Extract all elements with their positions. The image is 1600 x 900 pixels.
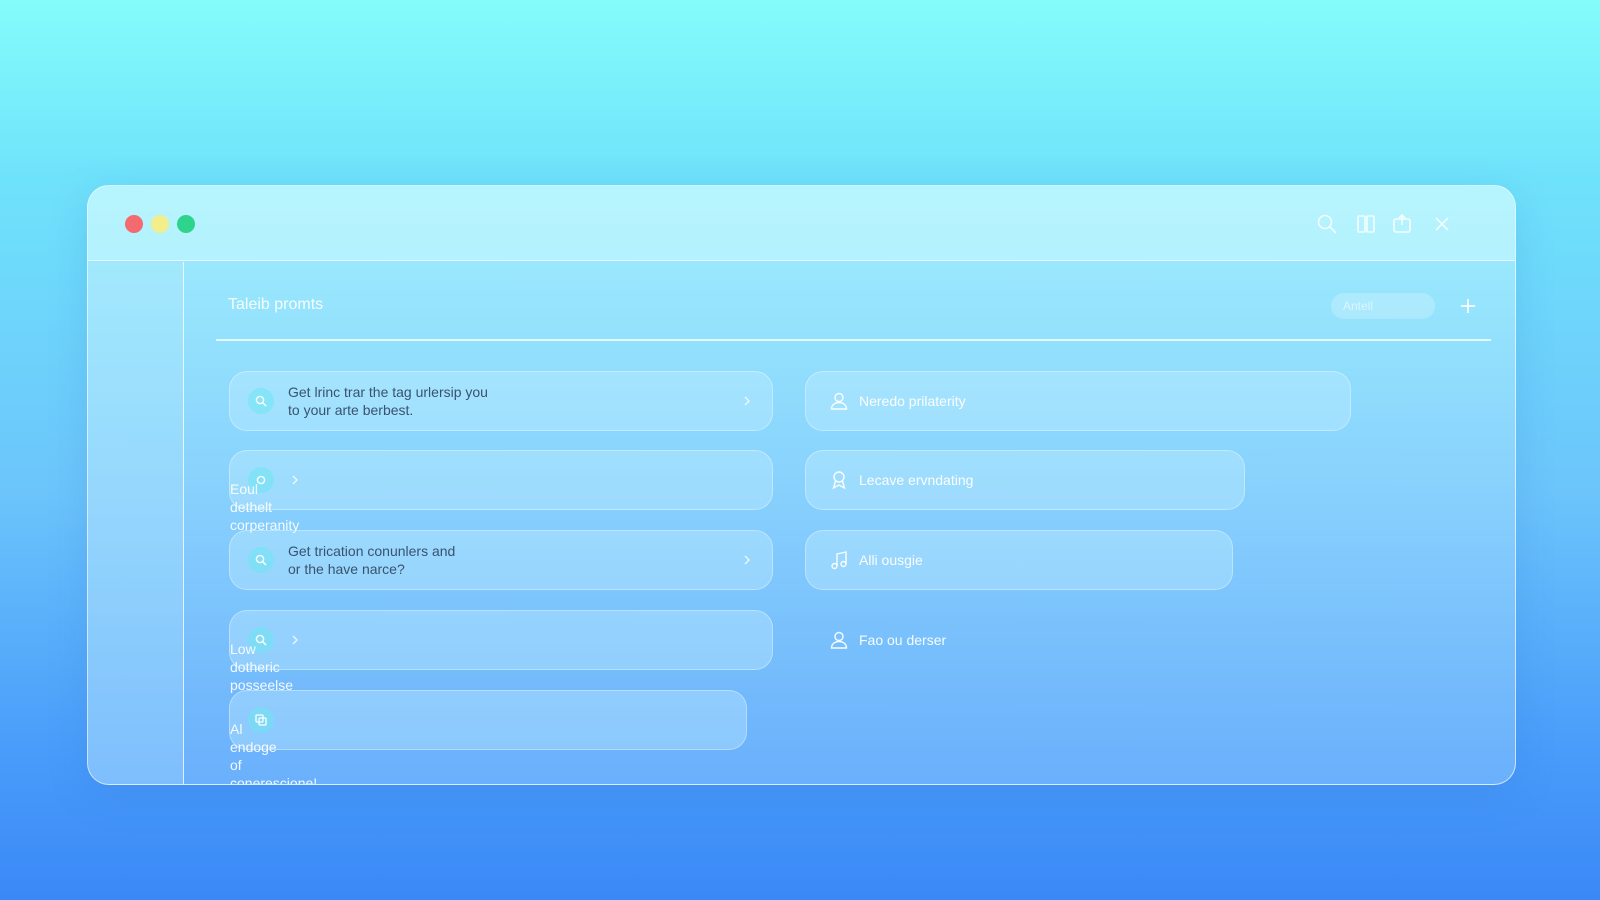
prompt-card[interactable]: Lecave ervndating bbox=[805, 450, 1245, 510]
prompt-label: Alli ousgie bbox=[859, 552, 923, 568]
close-icon[interactable] bbox=[1430, 212, 1454, 236]
cards-icon bbox=[248, 707, 274, 733]
prompt-line: Get trication conunlers and bbox=[288, 543, 456, 559]
prompt-card[interactable]: Eoul dethelt corperanity bbox=[229, 450, 773, 533]
prompt-label: Fao ou derser bbox=[859, 632, 947, 648]
prompt-card[interactable]: Get lrinc trar the tag urlersip you to y… bbox=[229, 371, 773, 431]
chevron-right-icon bbox=[292, 635, 298, 645]
prompt-line: Al endoge of conerescione! bbox=[230, 721, 318, 785]
prompt-line: to your arte berbest. bbox=[288, 402, 414, 418]
prompt-card[interactable]: Neredo prilaterity bbox=[805, 371, 1351, 431]
chevron-right-icon bbox=[744, 555, 750, 565]
book-icon[interactable] bbox=[1354, 212, 1378, 236]
badge-icon bbox=[828, 469, 850, 491]
close-window-button[interactable] bbox=[125, 215, 143, 233]
prompt-card[interactable]: Low dotheric posseelse bbox=[229, 610, 773, 693]
prompt-card[interactable]: Get trication conunlers and or the have … bbox=[229, 530, 773, 590]
prompt-card[interactable]: Alli ousgie bbox=[805, 530, 1233, 590]
page-title: Taleib promts bbox=[228, 296, 324, 313]
music-icon bbox=[828, 549, 850, 571]
prompt-line: Eoul dethelt corperanity bbox=[230, 481, 300, 533]
plus-icon[interactable] bbox=[1456, 294, 1480, 318]
chevron-right-icon bbox=[744, 396, 750, 406]
prompt-line: or the have narce? bbox=[288, 561, 405, 577]
header-divider bbox=[216, 339, 1491, 341]
prompt-card[interactable]: Al endoge of conerescione! bbox=[229, 690, 747, 784]
prompt-label: Neredo prilaterity bbox=[859, 393, 966, 409]
title-bar bbox=[88, 186, 1515, 261]
search-icon bbox=[248, 388, 274, 414]
search-icon bbox=[248, 547, 274, 573]
search-icon[interactable] bbox=[1315, 212, 1339, 236]
user-icon bbox=[828, 629, 850, 651]
sidebar bbox=[88, 262, 184, 784]
user-icon bbox=[828, 390, 850, 412]
share-icon[interactable] bbox=[1390, 212, 1414, 236]
minimize-window-button[interactable] bbox=[151, 215, 169, 233]
prompt-card[interactable]: Fao ou derser bbox=[805, 610, 1105, 670]
prompt-label: Lecave ervndating bbox=[859, 472, 974, 488]
maximize-window-button[interactable] bbox=[177, 215, 195, 233]
add-prompt-input[interactable]: Antell bbox=[1331, 293, 1435, 319]
chevron-right-icon bbox=[292, 475, 298, 485]
prompt-line: Get lrinc trar the tag urlersip you bbox=[288, 384, 488, 400]
app-window: Taleib promts Antell Get lrinc trar the … bbox=[87, 185, 1516, 785]
prompt-line: Low dotheric posseelse bbox=[230, 641, 294, 693]
